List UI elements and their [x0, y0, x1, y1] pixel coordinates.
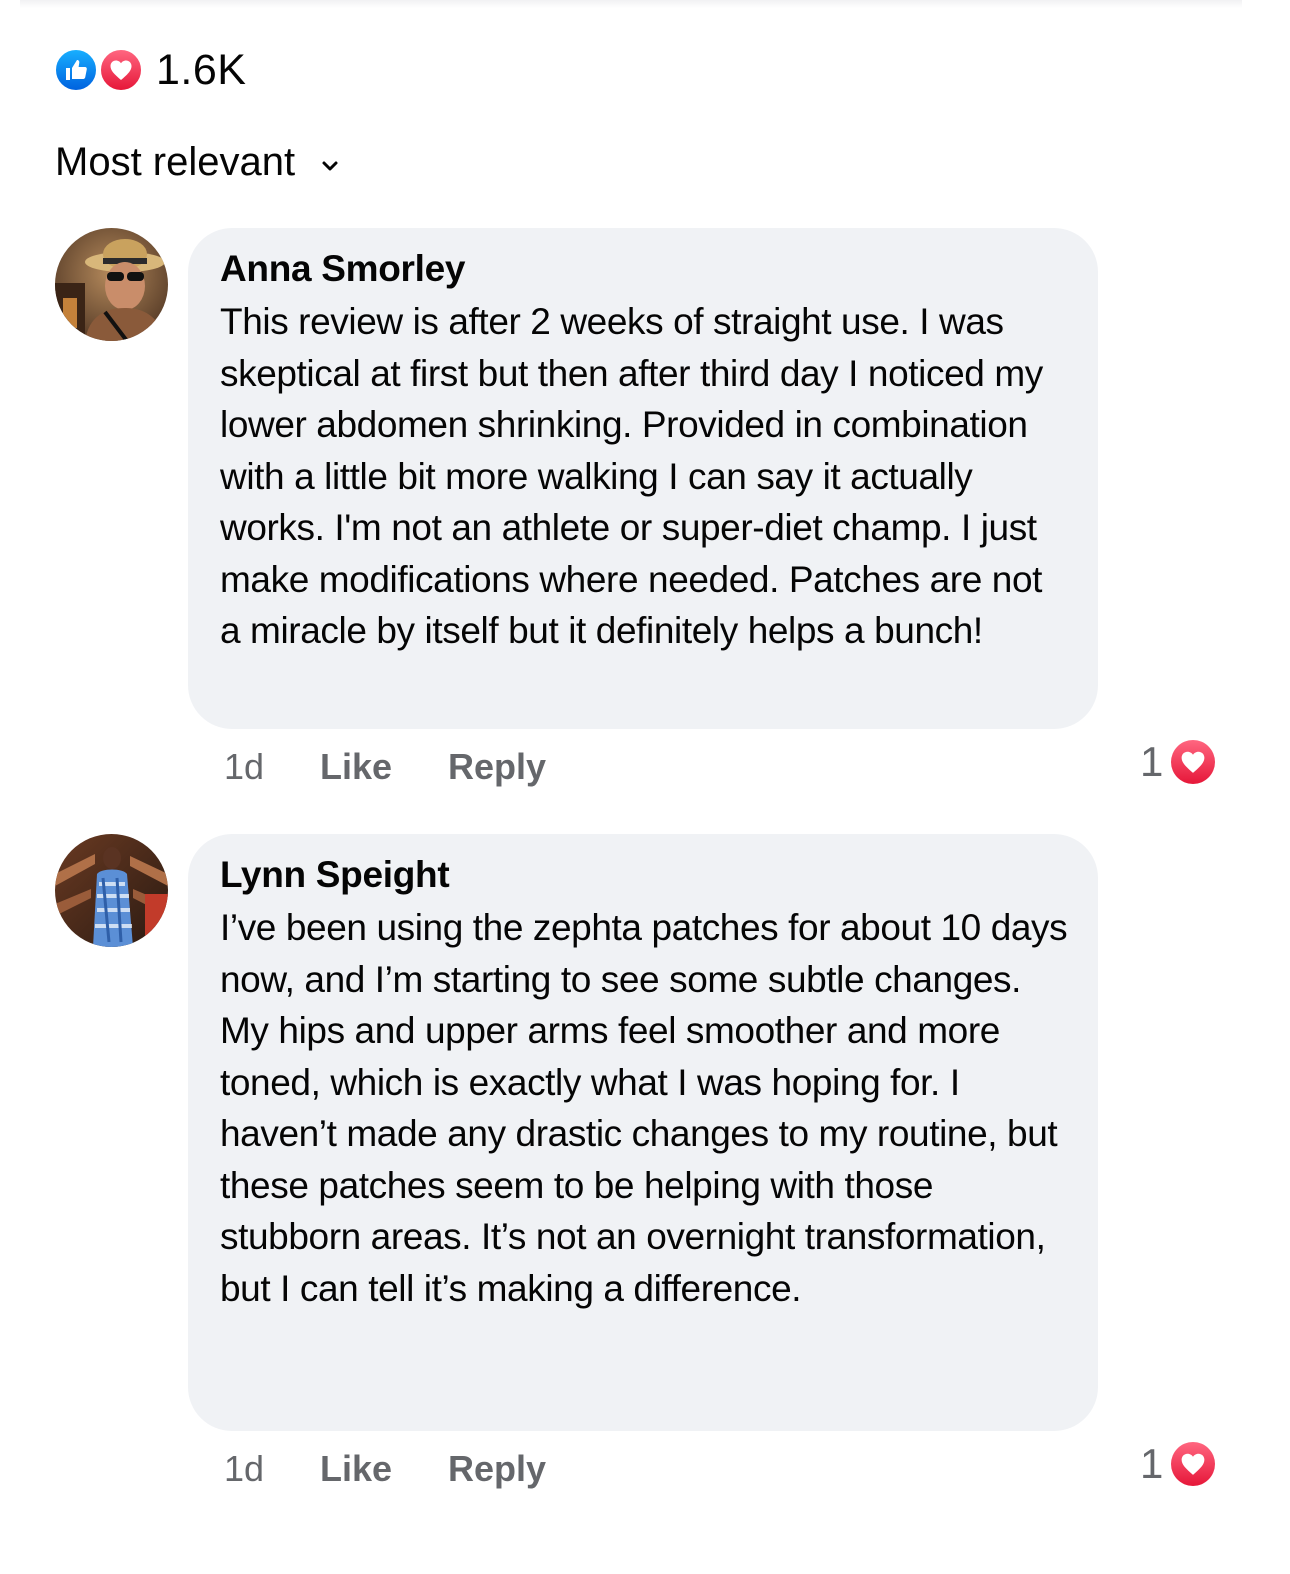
- reaction-icons: [53, 45, 148, 95]
- reply-button[interactable]: Reply: [448, 746, 546, 788]
- like-icon: [53, 47, 99, 93]
- comment-timestamp[interactable]: 1d: [224, 1448, 320, 1490]
- comment-timestamp[interactable]: 1d: [224, 746, 320, 788]
- comment-author[interactable]: Lynn Speight: [220, 852, 1068, 898]
- comment-reaction-count: 1: [1140, 738, 1164, 785]
- reaction-count: 1.6K: [156, 45, 247, 94]
- reactions-summary[interactable]: 1.6K: [53, 45, 246, 95]
- comment-reaction-tally[interactable]: 1: [1140, 1440, 1216, 1488]
- like-button[interactable]: Like: [320, 1448, 448, 1490]
- comment-text: This review is after 2 weeks of straight…: [220, 301, 1043, 651]
- love-icon: [1171, 740, 1216, 784]
- love-icon: [1171, 1442, 1216, 1486]
- love-icon: [98, 47, 144, 93]
- comment-reaction-tally[interactable]: 1: [1140, 738, 1216, 786]
- avatar[interactable]: [55, 834, 168, 947]
- top-divider: [20, 0, 1242, 8]
- comment-author[interactable]: Anna Smorley: [220, 246, 1068, 292]
- comment-bubble: Anna Smorley This review is after 2 week…: [188, 228, 1098, 729]
- reply-button[interactable]: Reply: [448, 1448, 546, 1490]
- comment-actions: 1d Like Reply: [224, 746, 546, 788]
- chevron-down-icon: [321, 160, 339, 172]
- comment-bubble: Lynn Speight I’ve been using the zephta …: [188, 834, 1098, 1431]
- comment-actions: 1d Like Reply: [224, 1448, 546, 1490]
- comment-reaction-count: 1: [1140, 1440, 1164, 1487]
- sort-dropdown[interactable]: Most relevant: [55, 140, 339, 185]
- comment-text: I’ve been using the zephta patches for a…: [220, 907, 1068, 1309]
- sort-label: Most relevant: [55, 140, 296, 184]
- like-button[interactable]: Like: [320, 746, 448, 788]
- avatar[interactable]: [55, 228, 168, 341]
